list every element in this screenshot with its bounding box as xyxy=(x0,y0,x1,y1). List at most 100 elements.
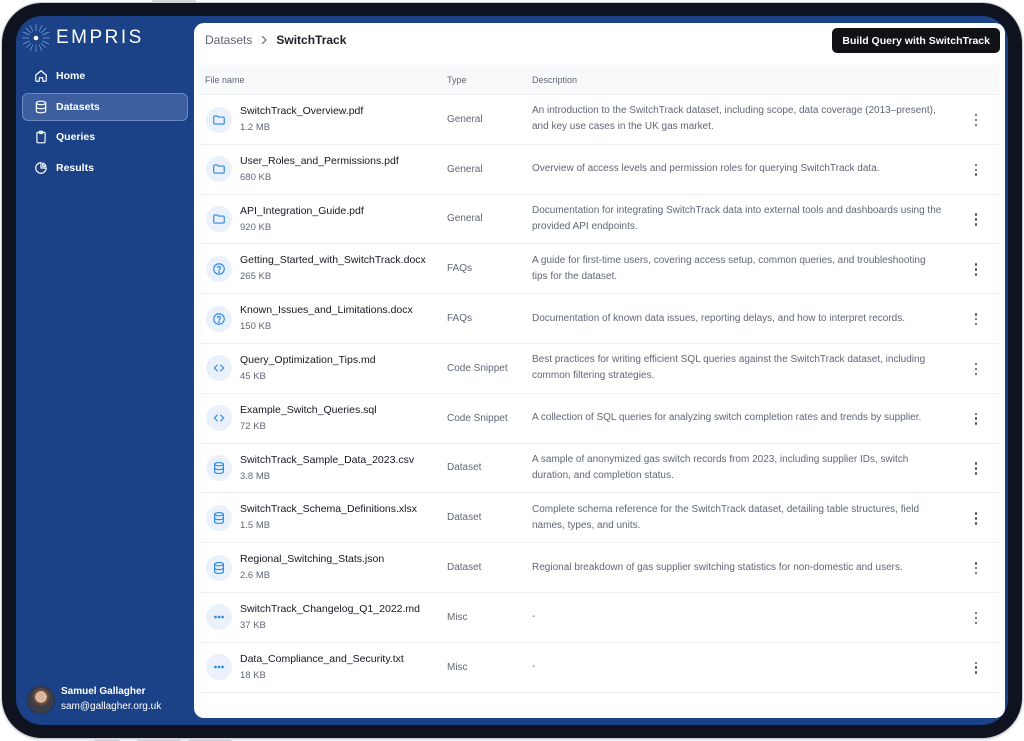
kebab-dot-icon xyxy=(974,113,978,117)
row-menu-button[interactable] xyxy=(969,461,983,477)
database-icon xyxy=(214,561,224,574)
table-row[interactable]: Regional_Switching_Stats.json 2.6 MB Dat… xyxy=(199,543,999,593)
file-type-icon xyxy=(206,206,232,233)
table-row[interactable]: SwitchTrack_Overview.pdf 1.2 MB General … xyxy=(199,95,999,145)
kebab-dot-icon xyxy=(974,173,978,176)
table-row[interactable]: API_Integration_Guide.pdf 920 KB General… xyxy=(199,195,999,245)
kebab-dot-icon xyxy=(974,621,978,625)
kebab-dot-icon xyxy=(974,611,978,615)
sidebar-item-home[interactable]: Home xyxy=(22,62,188,90)
file-size: 72 KB xyxy=(240,420,266,432)
file-name[interactable]: Regional_Switching_Stats.json xyxy=(240,553,384,565)
file-description: - xyxy=(532,593,942,642)
file-description-text: Best practices for writing efficient SQL… xyxy=(532,354,926,382)
file-name[interactable]: SwitchTrack_Overview.pdf xyxy=(240,105,363,117)
file-type: Dataset xyxy=(447,512,482,524)
file-type-icon xyxy=(206,255,232,282)
tablet-frame: EMPRIS Home Datasets Queries Results Sam… xyxy=(2,0,1022,741)
user-name: Samuel Gallagher xyxy=(61,686,146,697)
table-row[interactable]: SwitchTrack_Sample_Data_2023.csv 3.8 MB … xyxy=(199,444,999,494)
file-name[interactable]: Example_Switch_Queries.sql xyxy=(240,404,377,416)
file-size: 2.6 MB xyxy=(240,570,271,582)
row-menu-button[interactable] xyxy=(969,311,983,327)
row-menu-button[interactable] xyxy=(969,361,983,377)
database-icon xyxy=(214,511,224,524)
column-header-description[interactable]: Description xyxy=(532,75,577,85)
user-info: Samuel Gallagher sam@gallagher.org.uk xyxy=(61,685,161,714)
kebab-dot-icon xyxy=(974,661,978,665)
sidebar: EMPRIS Home Datasets Queries Results Sam… xyxy=(16,16,194,725)
file-type-icon xyxy=(206,156,232,183)
kebab-dot-icon xyxy=(974,566,978,570)
table-row[interactable]: SwitchTrack_Changelog_Q1_2022.md 37 KB M… xyxy=(199,593,999,643)
file-type-icon xyxy=(206,455,232,482)
file-description-text: Documentation for integrating SwitchTrac… xyxy=(532,204,942,232)
row-menu-button[interactable] xyxy=(969,610,983,626)
table-header: File name Type Description xyxy=(199,65,999,95)
file-description: A guide for first-time users, covering a… xyxy=(532,244,942,293)
file-type: FAQs xyxy=(447,263,473,275)
kebab-dot-icon xyxy=(974,223,978,226)
brand-logo[interactable]: EMPRIS xyxy=(20,22,144,54)
file-size: 265 KB xyxy=(240,271,272,283)
kebab-dot-icon xyxy=(974,362,978,366)
row-menu-button[interactable] xyxy=(969,660,983,676)
kebab-dot-icon xyxy=(974,521,978,525)
user-profile[interactable]: Samuel Gallagher sam@gallagher.org.uk xyxy=(27,685,161,714)
main-panel: Datasets SwitchTrack Build Query with Sw… xyxy=(194,23,1005,718)
sidebar-item-results[interactable]: Results xyxy=(22,154,188,182)
column-header-type[interactable]: Type xyxy=(447,75,467,85)
file-type: FAQs xyxy=(447,313,473,325)
table-row[interactable]: User_Roles_and_Permissions.pdf 680 KB Ge… xyxy=(199,145,999,195)
user-email: sam@gallagher.org.uk xyxy=(61,701,162,712)
row-menu-button[interactable] xyxy=(969,212,983,228)
table-row[interactable]: Example_Switch_Queries.sql 72 KB Code Sn… xyxy=(199,394,999,444)
table-row[interactable]: Data_Compliance_and_Security.txt 18 KB M… xyxy=(199,643,999,693)
column-header-file-name[interactable]: File name xyxy=(205,75,245,85)
home-icon xyxy=(35,70,47,82)
file-name[interactable]: SwitchTrack_Sample_Data_2023.csv xyxy=(240,454,414,466)
file-description: Regional breakdown of gas supplier switc… xyxy=(532,543,942,592)
table-row[interactable]: Getting_Started_with_SwitchTrack.docx 26… xyxy=(199,244,999,295)
row-menu-button[interactable] xyxy=(969,112,983,128)
kebab-dot-icon xyxy=(974,272,978,276)
sidebar-item-datasets[interactable]: Datasets xyxy=(22,92,188,121)
row-menu-button[interactable] xyxy=(969,560,983,576)
file-description-text: An introduction to the SwitchTrack datas… xyxy=(532,105,936,133)
file-name[interactable]: API_Integration_Guide.pdf xyxy=(240,205,364,217)
build-query-button[interactable]: Build Query with SwitchTrack xyxy=(832,28,1000,53)
breadcrumb: Datasets SwitchTrack xyxy=(205,33,346,47)
database-icon xyxy=(35,100,47,113)
file-name[interactable]: SwitchTrack_Changelog_Q1_2022.md xyxy=(240,603,420,615)
file-description-text: - xyxy=(532,611,536,623)
table-row[interactable]: SwitchTrack_Schema_Definitions.xlsx 1.5 … xyxy=(199,493,999,544)
file-description-text: A collection of SQL queries for analyzin… xyxy=(532,412,922,424)
table-row[interactable]: Query_Optimization_Tips.md 45 KB Code Sn… xyxy=(199,344,999,394)
file-name[interactable]: Data_Compliance_and_Security.txt xyxy=(240,653,404,665)
kebab-dot-icon xyxy=(974,317,978,321)
kebab-dot-icon xyxy=(974,671,978,674)
sidebar-item-label: Home xyxy=(56,70,86,82)
sidebar-item-queries[interactable]: Queries xyxy=(22,123,188,151)
file-name[interactable]: Known_Issues_and_Limitations.docx xyxy=(240,304,413,316)
breadcrumb-datasets-link[interactable]: Datasets xyxy=(205,33,252,47)
file-name[interactable]: Query_Optimization_Tips.md xyxy=(240,354,376,366)
file-name[interactable]: SwitchTrack_Schema_Definitions.xlsx xyxy=(240,503,417,515)
file-name[interactable]: Getting_Started_with_SwitchTrack.docx xyxy=(240,254,426,266)
file-description: - xyxy=(532,643,942,692)
row-menu-button[interactable] xyxy=(969,162,983,178)
file-size: 3.8 MB xyxy=(240,470,271,482)
sidebar-item-label: Results xyxy=(56,161,94,174)
kebab-dot-icon xyxy=(974,571,978,575)
table-row[interactable]: Known_Issues_and_Limitations.docx 150 KB… xyxy=(199,294,999,344)
row-menu-button[interactable] xyxy=(969,261,983,277)
file-name[interactable]: User_Roles_and_Permissions.pdf xyxy=(240,155,399,167)
kebab-dot-icon xyxy=(974,118,978,122)
file-size: 150 KB xyxy=(240,321,272,333)
row-menu-button[interactable] xyxy=(969,510,983,526)
hardware-button xyxy=(152,0,196,3)
kebab-dot-icon xyxy=(974,313,978,316)
file-type: Code Snippet xyxy=(447,362,508,374)
file-description: Complete schema reference for the Switch… xyxy=(532,493,942,542)
row-menu-button[interactable] xyxy=(969,411,983,427)
